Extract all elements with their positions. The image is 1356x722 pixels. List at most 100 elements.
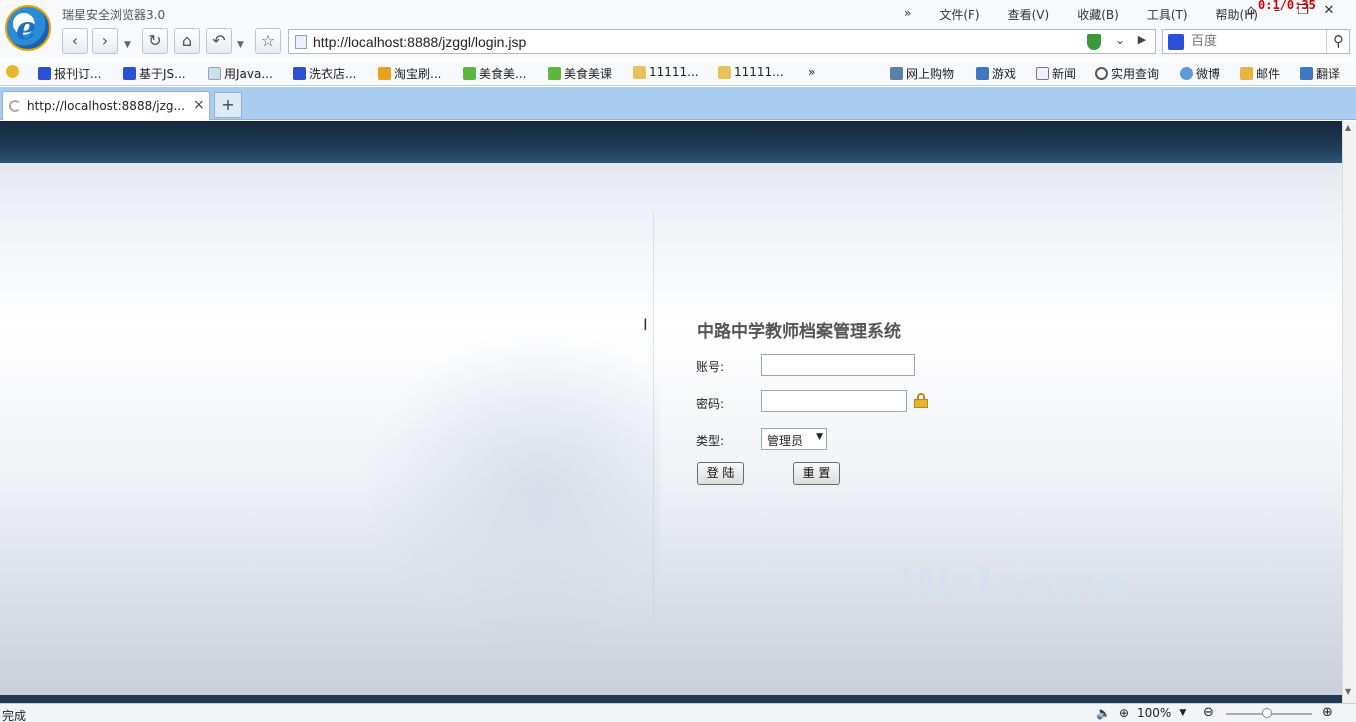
translate-icon bbox=[1300, 67, 1313, 80]
login-button[interactable]: 登 陆 bbox=[697, 462, 744, 485]
bookmarks-more-button[interactable]: » bbox=[808, 65, 815, 79]
page-viewport: Welcome 中路中学教师档案管理系统 账号: 密码: 类型: 管理员 ▼ 登… bbox=[0, 121, 1342, 703]
bookmark-item[interactable]: 报刊订... bbox=[38, 65, 101, 82]
search-box[interactable]: ⚲ bbox=[1162, 29, 1350, 54]
lock-icon[interactable] bbox=[914, 393, 928, 408]
quick-link[interactable]: 翻译 bbox=[1300, 65, 1340, 82]
back-button[interactable]: ‹ bbox=[62, 28, 88, 54]
timer-readout: 0:1/0:35 bbox=[1258, 0, 1316, 12]
browser-logo-icon: e bbox=[5, 5, 51, 51]
bookmarks-bar: 报刊订... 基于JS... 用Java... 洗衣店... 淘宝刷... 美食… bbox=[0, 61, 1356, 86]
system-title: 中路中学教师档案管理系统 bbox=[697, 322, 901, 342]
app-title: 瑞星安全浏览器3.0 bbox=[62, 8, 166, 22]
iqiyi-icon bbox=[463, 67, 476, 80]
menu-tools[interactable]: 工具(T) bbox=[1133, 6, 1202, 23]
go-button[interactable]: ▶ bbox=[1133, 33, 1151, 46]
page-icon bbox=[208, 67, 221, 80]
bookmark-item[interactable]: 用Java... bbox=[208, 65, 273, 82]
quick-link[interactable]: 网上购物 bbox=[890, 65, 954, 82]
zoom-icon[interactable]: ⊕ bbox=[1119, 706, 1129, 720]
zoom-controls: 🔈 ⊕ 100% ▼ bbox=[1096, 706, 1186, 720]
paw-icon bbox=[293, 67, 306, 80]
account-input[interactable] bbox=[761, 354, 915, 376]
user-type-select[interactable]: 管理员 ▼ bbox=[761, 428, 827, 450]
loading-spinner-icon bbox=[9, 100, 21, 112]
bookmark-item[interactable]: 美食美... bbox=[463, 65, 526, 82]
zoom-dropdown-icon[interactable]: ▼ bbox=[1179, 708, 1186, 718]
quick-link[interactable]: 邮件 bbox=[1240, 65, 1280, 82]
vertical-divider bbox=[653, 211, 654, 621]
tab-title: http://localhost:8888/jzg... bbox=[27, 99, 185, 113]
weibo-icon bbox=[1180, 67, 1193, 80]
quick-link[interactable]: 微博 bbox=[1180, 65, 1220, 82]
text-cursor-icon: I bbox=[643, 315, 648, 334]
undo-close-button[interactable]: ↶ bbox=[206, 28, 232, 54]
menu-bar: » 文件(F) 查看(V) 收藏(B) 工具(T) 帮助(H) bbox=[890, 6, 1272, 23]
quick-link[interactable]: 实用查询 bbox=[1095, 65, 1159, 82]
search-input[interactable] bbox=[1191, 33, 1321, 48]
page-header-band bbox=[0, 121, 1342, 163]
bookmark-folder[interactable]: 11111... bbox=[718, 65, 784, 79]
bird-icon bbox=[378, 67, 391, 80]
chevron-down-icon: ▼ bbox=[816, 432, 823, 442]
vertical-scrollbar[interactable]: ▲ ▼ bbox=[1342, 121, 1356, 703]
page-icon bbox=[295, 35, 307, 49]
bookmark-folder[interactable]: 11111... bbox=[633, 65, 699, 79]
paw-icon bbox=[38, 67, 51, 80]
favorite-star-button[interactable]: ☆ bbox=[255, 28, 281, 54]
password-label: 密码: bbox=[696, 397, 725, 411]
address-text[interactable]: http://localhost:8888/jzggl/login.jsp bbox=[313, 34, 526, 50]
bookmark-item[interactable]: 洗衣店... bbox=[293, 65, 356, 82]
bookmark-item[interactable]: 基于JS... bbox=[123, 65, 186, 82]
folder-icon bbox=[718, 65, 731, 79]
zoom-level[interactable]: 100% bbox=[1137, 706, 1171, 720]
tab-strip: http://localhost:8888/jzg... × + bbox=[0, 87, 1356, 120]
forward-button[interactable]: › bbox=[92, 28, 118, 54]
zoom-slider-handle[interactable] bbox=[1262, 708, 1272, 718]
gamepad-icon bbox=[976, 67, 989, 80]
scroll-down-icon[interactable]: ▼ bbox=[1345, 687, 1351, 696]
undo-dropdown-icon[interactable]: ▼ bbox=[237, 40, 244, 50]
menu-view[interactable]: 查看(V) bbox=[994, 6, 1064, 23]
search-icon[interactable]: ⚲ bbox=[1326, 30, 1350, 53]
close-window-button[interactable]: ✕ bbox=[1316, 3, 1342, 18]
mail-icon bbox=[1240, 67, 1253, 80]
reset-button[interactable]: 重 置 bbox=[793, 462, 840, 485]
welcome-watermark: Welcome bbox=[902, 558, 1128, 614]
password-input[interactable] bbox=[761, 390, 907, 412]
baidu-paw-icon[interactable] bbox=[1168, 34, 1184, 50]
navigation-bar: ‹ › ▼ ↻ ⌂ ↶ ▼ ☆ http://localhost:8888/jz… bbox=[0, 28, 1356, 58]
security-shield-icon[interactable] bbox=[1087, 34, 1101, 50]
speaker-icon[interactable]: 🔈 bbox=[1096, 706, 1111, 720]
history-dropdown-icon[interactable]: ▼ bbox=[124, 40, 131, 50]
address-dropdown-icon[interactable]: ⌄ bbox=[1111, 33, 1129, 47]
zoom-in-button[interactable]: ⊕ bbox=[1322, 705, 1333, 720]
bookmark-item[interactable]: 美食美课 bbox=[548, 65, 612, 82]
background-decoration bbox=[360, 331, 660, 651]
menu-file[interactable]: 文件(F) bbox=[925, 6, 993, 23]
folder-icon bbox=[633, 65, 646, 79]
menu-more[interactable]: » bbox=[890, 6, 925, 23]
zoom-out-button[interactable]: ⊖ bbox=[1203, 705, 1214, 720]
new-tab-button[interactable]: + bbox=[214, 92, 242, 118]
tab-close-button[interactable]: × bbox=[193, 97, 205, 113]
bookmark-item[interactable]: 淘宝刷... bbox=[378, 65, 441, 82]
user-type-value: 管理员 bbox=[767, 434, 804, 448]
scroll-up-icon[interactable]: ▲ bbox=[1345, 123, 1351, 132]
status-bar: 完成 🔈 ⊕ 100% ▼ ⊖ ⊕ bbox=[0, 703, 1356, 722]
quick-link[interactable]: 新闻 bbox=[1036, 65, 1076, 82]
account-label: 账号: bbox=[696, 360, 725, 374]
search-icon bbox=[1095, 67, 1108, 80]
favorites-star-icon[interactable] bbox=[6, 65, 19, 78]
address-bar[interactable]: http://localhost:8888/jzggl/login.jsp ⌄ … bbox=[288, 29, 1156, 54]
menu-favorites[interactable]: 收藏(B) bbox=[1063, 6, 1133, 23]
home-button[interactable]: ⌂ bbox=[174, 28, 200, 54]
news-icon bbox=[1036, 67, 1049, 80]
page-footer-band bbox=[0, 695, 1342, 703]
paw-icon bbox=[123, 67, 136, 80]
refresh-button[interactable]: ↻ bbox=[142, 28, 168, 54]
iqiyi-icon bbox=[548, 67, 561, 80]
tab-login[interactable]: http://localhost:8888/jzg... × bbox=[2, 91, 210, 120]
quick-link[interactable]: 游戏 bbox=[976, 65, 1016, 82]
title-bar: 瑞星安全浏览器3.0 » 文件(F) 查看(V) 收藏(B) 工具(T) 帮助(… bbox=[0, 0, 1356, 28]
